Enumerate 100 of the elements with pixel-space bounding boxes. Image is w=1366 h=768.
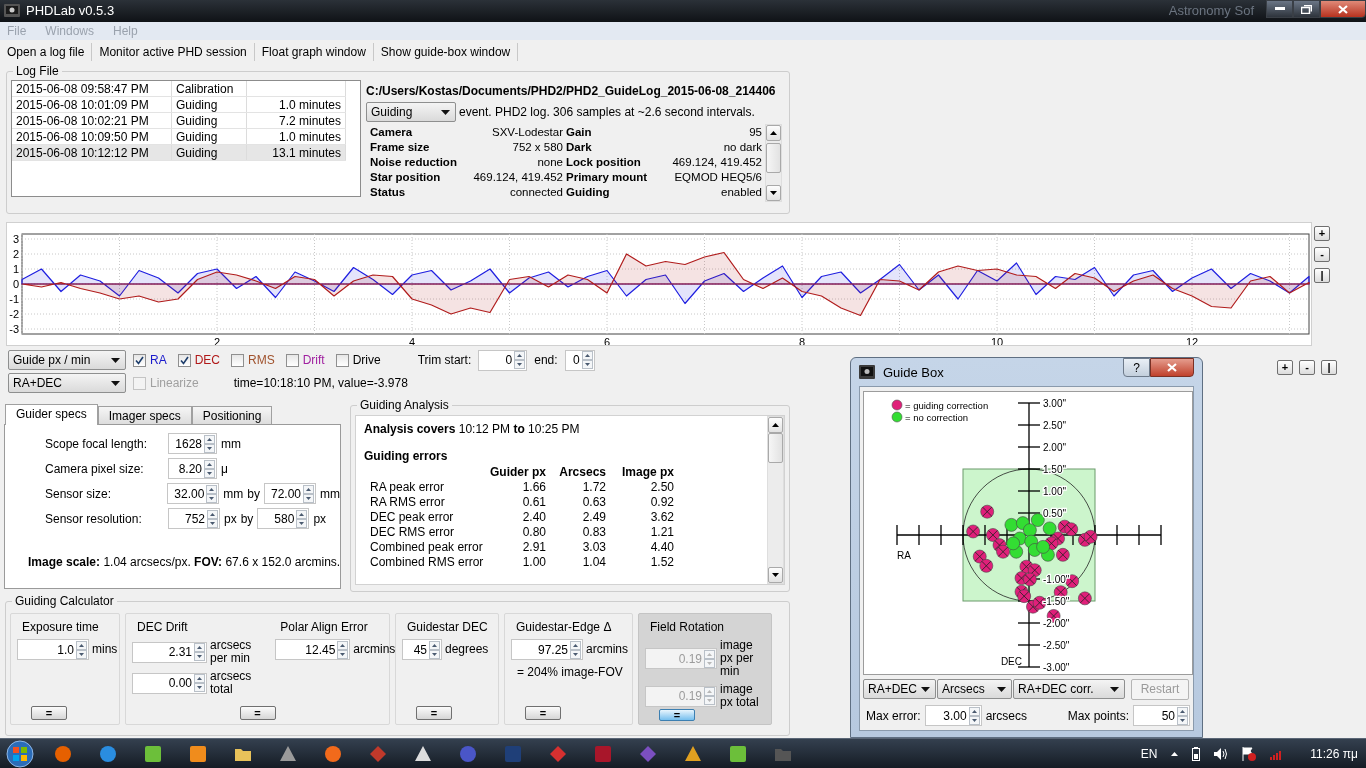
spin-field[interactable]: 3.00 [924,705,982,726]
data-point [1042,521,1057,536]
minimize-button[interactable] [1266,0,1293,18]
spin-field[interactable]: 752 [168,508,220,529]
table-row[interactable]: 2015-06-08 10:02:21 PM Guiding 7.2 minutes [12,113,346,129]
checkbox[interactable] [133,353,146,367]
app-icon[interactable] [414,744,432,763]
field-label: by [240,511,254,526]
app-icon[interactable] [684,744,702,763]
spin-arrows-icon [581,351,593,369]
info-value: SXV-Lodestar [491,126,563,140]
down-arrow-icon [770,191,777,195]
info-value: 469.124, 419.452 [472,171,563,185]
close-button[interactable] [1150,358,1194,377]
up-arrow-icon [1171,751,1179,756]
info-value: none [536,156,563,170]
tab[interactable]: Positioning [191,406,273,424]
checkbox[interactable] [231,353,244,367]
scrollbar[interactable] [765,124,782,202]
spin-field[interactable]: 72.00 [264,483,316,504]
toolbar-button[interactable]: Float graph window [254,43,374,61]
spin-field[interactable]: 580 [257,508,310,529]
dropdown[interactable]: RA+DEC [8,373,126,393]
table-cell-text: 1.52 [649,555,674,570]
calculate-button[interactable]: = [239,706,276,720]
table-cell-text: 0.63 [581,495,606,510]
spin-field[interactable]: 0 [478,349,528,371]
column-header: Image px [620,465,674,480]
spin-arrows-icon [194,674,205,692]
dropdown[interactable]: RA+DEC [863,679,936,699]
dropdown[interactable]: RA+DEC corr. [1013,679,1125,699]
table-cell-text: 1.00 [521,555,546,570]
row-label: RA peak error [369,480,446,495]
checkbox[interactable] [285,353,299,367]
spin-field[interactable]: 2.31 [132,641,207,663]
app-icon[interactable] [144,744,162,763]
app-icon[interactable] [729,744,747,763]
table-row[interactable]: 2015-06-08 10:12:12 PM Guiding 13.1 minutes [12,145,346,161]
calculate-button[interactable]: = [659,709,695,721]
tick-label: 3.00" [1043,398,1066,409]
spin-field[interactable]: 97.25 [511,639,583,660]
table-cell-text: 4.40 [649,540,674,555]
dropdown[interactable]: Arcsecs [937,679,1012,699]
toolbar-button[interactable]: Open a log file [0,43,93,61]
app-icon[interactable] [279,744,297,763]
help-button[interactable]: ? [1123,358,1150,377]
tick-label: 1.00" [1043,486,1066,497]
zoom-button[interactable]: | [1321,359,1337,375]
toolbar-button[interactable]: Monitor active PHD session [92,43,255,61]
dropdown[interactable]: Guide px / min [8,350,126,370]
tab[interactable]: Imager specs [97,406,192,424]
spin-arrows-icon [337,640,349,659]
checkbox[interactable] [335,353,349,367]
result-text: = 204% image-FOV [516,665,624,679]
spin-arrows-icon [204,434,215,453]
spin-arrows-icon [303,484,314,503]
app-icon[interactable] [324,744,342,763]
spin-field[interactable]: 0.00 [132,672,207,694]
spin-field[interactable]: 1.0 [17,639,89,660]
maximize-button[interactable] [1293,0,1320,18]
checkbox[interactable] [177,353,191,367]
scrollbar[interactable] [767,416,784,584]
spin-field[interactable]: 8.20 [168,458,217,479]
spin-field[interactable]: 50 [1133,705,1190,726]
scroll-thumb[interactable] [766,143,781,173]
spin-arrows-icon [76,640,87,659]
toolbar-button[interactable]: Show guide-box window [373,43,519,61]
zoom-button[interactable]: + [1277,359,1293,375]
caret-icon [1110,686,1119,692]
scroll-up-button[interactable] [768,417,783,433]
close-button[interactable] [1320,0,1366,18]
scroll-down-button[interactable] [766,185,781,201]
info-label: Star position [370,171,442,185]
tab[interactable]: Guider specs [5,404,98,425]
zoom-button[interactable]: | [1314,268,1330,283]
spin-field[interactable]: 12.45 [275,639,351,660]
analysis-summary: Analysis covers 10:12 PM to 10:25 PM [364,422,581,436]
zoom-button[interactable]: + [1314,226,1330,241]
zoom-button[interactable]: - [1299,359,1315,375]
spin-field[interactable]: 32.00 [167,483,220,504]
dropdown[interactable]: Guiding [366,102,456,122]
spin-field[interactable]: 0 [564,349,595,371]
tick-label: 0.50" [1043,508,1066,519]
table-row[interactable]: 2015-06-08 09:58:47 PM Calibration [12,81,346,97]
app-icon[interactable] [189,744,207,763]
spin-field[interactable]: 45 [402,639,442,660]
calculate-button[interactable]: = [525,706,561,720]
table-row[interactable]: 2015-06-08 10:01:09 PM Guiding 1.0 minutes [12,97,346,113]
spin-field[interactable]: 1628 [168,433,217,454]
scroll-down-button[interactable] [768,567,783,583]
zoom-button[interactable]: - [1314,247,1330,262]
clock[interactable]: 11:26 πμ [1310,746,1358,761]
table-cell: 7.2 minutes [247,113,346,128]
checkbox-label: DEC [194,353,220,367]
scroll-thumb[interactable] [768,433,783,463]
calculate-button[interactable]: = [31,706,67,720]
scroll-up-button[interactable] [766,125,781,141]
calculate-button[interactable]: = [416,706,452,720]
table-cell-text: 0.61 [521,495,546,510]
language-indicator[interactable]: EN [1140,746,1158,761]
